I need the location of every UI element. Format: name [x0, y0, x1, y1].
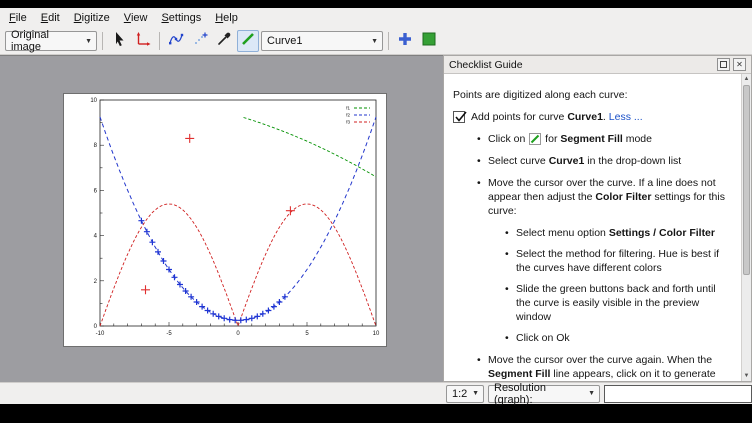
chevron-down-icon: ▼	[584, 390, 599, 397]
background-visibility-toggle[interactable]	[418, 30, 440, 52]
background-combo-value: Original image	[11, 29, 81, 53]
svg-text:0: 0	[236, 331, 240, 337]
checklist-guide-content: Points are digitized along each curve: A…	[444, 74, 741, 381]
bullet-text: Click on for Segment Fill mode	[488, 132, 652, 146]
point-match-icon	[192, 31, 208, 52]
menu-help[interactable]: Help	[208, 10, 245, 26]
cursor-arrow-icon	[111, 31, 127, 52]
color-picker-tool-button[interactable]	[213, 30, 235, 52]
add-points-text: Add points for curve Curve1. Less ...	[471, 110, 643, 124]
curve-point-tool-button[interactable]	[165, 30, 187, 52]
bullet-text: Move the cursor over the curve again. Wh…	[488, 353, 733, 381]
main-area: -10 -5 0 5 10 0 2 4 6 8 10 f1 f2 f3 Checklist Guide ✕	[0, 55, 752, 382]
checklist-sub-bullet: • Click on Ok	[453, 331, 733, 345]
bullet-text: Select curve Curve1 in the drop-down lis…	[488, 154, 681, 168]
svg-text:f2: f2	[346, 113, 350, 118]
checklist-guide-title: Checklist Guide	[449, 59, 523, 71]
svg-text:f3: f3	[346, 120, 350, 125]
checklist-guide-body: Points are digitized along each curve: A…	[444, 74, 751, 381]
bullet-text: Select the method for filtering. Hue is …	[516, 247, 733, 275]
bullet-text: Select menu option Settings / Color Filt…	[516, 226, 715, 240]
segment-fill-mini-icon	[529, 133, 541, 145]
toolbar-separator	[102, 32, 103, 50]
graph-svg[interactable]: -10 -5 0 5 10 0 2 4 6 8 10 f1 f2 f3	[64, 94, 386, 346]
checklist-bullet: • Click on for Segment Fill mode	[453, 132, 733, 146]
menu-settings[interactable]: Settings	[154, 10, 208, 26]
graph-axes: -10 -5 0 5 10 0 2 4 6 8 10	[90, 98, 380, 337]
scroll-down-icon[interactable]: ▼	[742, 371, 751, 381]
svg-text:-5: -5	[166, 331, 172, 337]
graphics-view: -10 -5 0 5 10 0 2 4 6 8 10 f1 f2 f3	[0, 55, 443, 382]
less-link[interactable]: Less ...	[609, 111, 643, 123]
bullet-text: Click on Ok	[516, 331, 570, 345]
eyedropper-icon	[216, 31, 232, 52]
svg-text:4: 4	[94, 234, 98, 240]
background-combo[interactable]: Original image ▼	[5, 31, 97, 51]
point-match-tool-button[interactable]	[189, 30, 211, 52]
checklist-sub-bullet: • Select menu option Settings / Color Fi…	[453, 226, 733, 240]
panel-scrollbar[interactable]: ▲ ▼	[741, 74, 751, 381]
svg-text:0: 0	[94, 324, 98, 330]
bullet-text: Slide the green buttons back and forth u…	[516, 282, 733, 324]
menu-digitize[interactable]: Digitize	[67, 10, 117, 26]
toolbar: Original image ▼	[0, 28, 752, 55]
svg-text:8: 8	[94, 143, 98, 149]
checklist-guide-panel: Checklist Guide ✕ Points are digitized a…	[443, 55, 752, 382]
svg-text:10: 10	[90, 98, 97, 104]
scroll-up-icon[interactable]: ▲	[742, 74, 751, 84]
graph-image[interactable]: -10 -5 0 5 10 0 2 4 6 8 10 f1 f2 f3	[64, 94, 386, 346]
checklist-bullet: • Move the cursor over the curve again. …	[453, 353, 733, 381]
checklist-guide-titlebar: Checklist Guide ✕	[444, 56, 751, 74]
menu-bar: FileEditDigitizeViewSettingsHelp	[0, 8, 752, 28]
scrollbar-thumb[interactable]	[743, 85, 750, 275]
svg-text:10: 10	[373, 331, 380, 337]
add-points-checkbox[interactable]	[453, 111, 465, 123]
graph-legend: f1 f2 f3	[346, 106, 370, 125]
zoom-combo[interactable]: 1:2 ▼	[446, 385, 484, 403]
axis-point-tool-button[interactable]	[132, 30, 154, 52]
screen: FileEditDigitizeViewSettingsHelp Origina…	[0, 0, 752, 423]
add-points-item: Add points for curve Curve1. Less ...	[453, 110, 733, 124]
svg-text:6: 6	[94, 188, 98, 194]
svg-text:f1: f1	[346, 106, 350, 111]
status-view-combo-value: Resolution (graph):	[494, 382, 584, 406]
checklist-sub-bullet: • Select the method for filtering. Hue i…	[453, 247, 733, 275]
svg-text:5: 5	[305, 331, 309, 337]
status-value-field[interactable]	[604, 385, 752, 403]
status-view-combo[interactable]: Resolution (graph): ▼	[488, 385, 600, 403]
engauge-window: FileEditDigitizeViewSettingsHelp Origina…	[0, 8, 752, 404]
segment-fill-tool-button[interactable]	[237, 30, 259, 52]
green-square-icon	[421, 31, 437, 52]
svg-text:-10: -10	[96, 331, 105, 337]
curve-combo[interactable]: Curve1 ▼	[261, 31, 383, 51]
svg-text:2: 2	[94, 279, 98, 285]
chevron-down-icon: ▼	[81, 38, 96, 45]
blue-cross-icon	[397, 31, 413, 52]
menu-view[interactable]: View	[117, 10, 155, 26]
checklist-intro: Points are digitized along each curve:	[453, 88, 733, 102]
menu-edit[interactable]: Edit	[34, 10, 67, 26]
points-visibility-toggle[interactable]	[394, 30, 416, 52]
toolbar-separator	[388, 32, 389, 50]
axis-point-markers	[141, 134, 295, 294]
checklist-sub-bullet: • Slide the green buttons back and forth…	[453, 282, 733, 324]
status-bar: 1:2 ▼ Resolution (graph): ▼	[0, 382, 752, 404]
segment-fill-icon	[240, 31, 256, 52]
chevron-down-icon: ▼	[468, 390, 483, 397]
float-panel-button[interactable]	[717, 58, 730, 71]
bullet-text: Move the cursor over the curve. If a lin…	[488, 176, 733, 218]
chevron-down-icon: ▼	[367, 38, 382, 45]
zoom-combo-value: 1:2	[452, 388, 467, 400]
checklist-bullet: • Move the cursor over the curve. If a l…	[453, 176, 733, 218]
curve-point-icon	[168, 31, 184, 52]
toolbar-separator	[159, 32, 160, 50]
digitized-points	[138, 218, 288, 324]
menu-file[interactable]: File	[2, 10, 34, 26]
select-tool-button[interactable]	[108, 30, 130, 52]
checklist-bullet: • Select curve Curve1 in the drop-down l…	[453, 154, 733, 168]
axis-point-icon	[135, 31, 151, 52]
close-panel-button[interactable]: ✕	[733, 58, 746, 71]
curve-combo-value: Curve1	[267, 35, 302, 47]
